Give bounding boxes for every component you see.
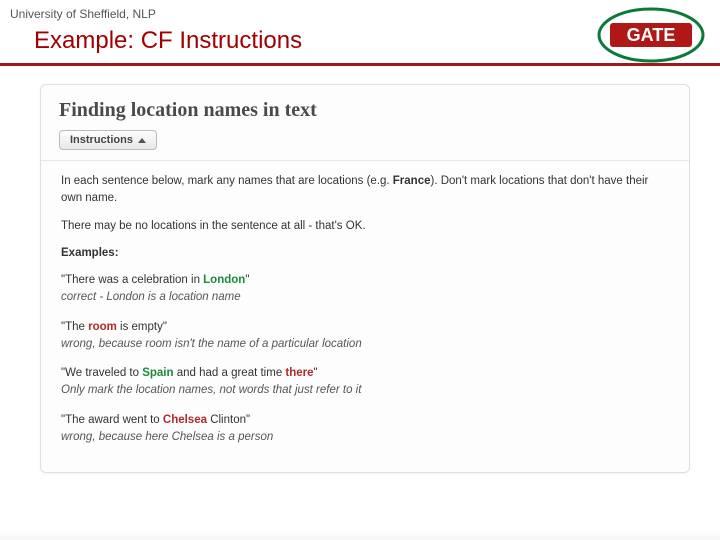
intro-line-2: There may be no locations in the sentenc… [61,218,669,235]
highlight-token: London [203,274,245,286]
example-item: "There was a celebration in London" corr… [61,272,669,307]
instructions-body: In each sentence below, mark any names t… [41,160,689,472]
slide-header: University of Sheffield, NLP Example: CF… [0,0,720,55]
instructions-button-label: Instructions [70,134,133,146]
instructions-toggle-button[interactable]: Instructions [59,130,157,150]
instructions-panel: Finding location names in text Instructi… [40,84,690,473]
panel-heading: Finding location names in text [41,85,689,130]
examples-label: Examples: [61,245,669,262]
caret-up-icon [138,138,146,143]
footer-shadow [0,530,720,540]
example-item: "We traveled to Spain and had a great ti… [61,365,669,400]
highlight-token: Spain [142,367,173,379]
example-item: "The room is empty" wrong, because room … [61,319,669,354]
logo-text: GATE [627,25,676,45]
highlight-token: room [88,321,117,333]
example-note: wrong, because room isn't the name of a … [61,336,669,353]
highlight-token: Chelsea [163,414,207,426]
example-sentence: "There was a celebration in London" [61,272,669,289]
example-sentence: "The award went to Chelsea Clinton" [61,412,669,429]
example-note: correct - London is a location name [61,289,669,306]
intro-line-1: In each sentence below, mark any names t… [61,173,669,208]
example-sentence: "The room is empty" [61,319,669,336]
gate-logo: GATE [596,6,706,64]
example-note: wrong, because here Chelsea is a person [61,429,669,446]
example-note: Only mark the location names, not words … [61,382,669,399]
example-sentence: "We traveled to Spain and had a great ti… [61,365,669,382]
highlight-token: there [285,367,313,379]
example-item: "The award went to Chelsea Clinton" wron… [61,412,669,447]
